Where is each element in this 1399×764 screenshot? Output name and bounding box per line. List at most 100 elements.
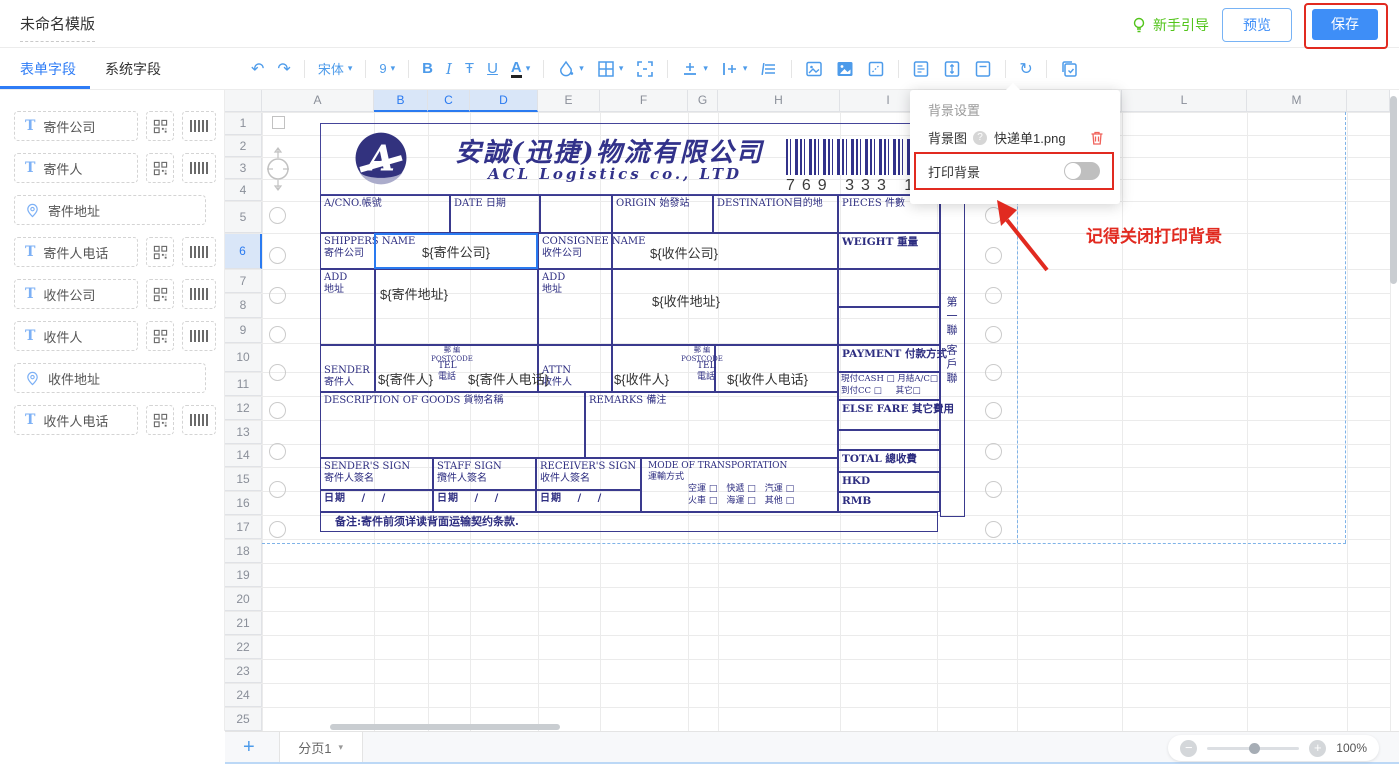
- redo-button[interactable]: ↷: [277, 59, 290, 79]
- zoom-slider-knob[interactable]: [1249, 743, 1260, 754]
- field-item-寄件人[interactable]: T寄件人: [14, 153, 138, 183]
- tab-form-fields[interactable]: 表单字段: [20, 48, 76, 90]
- col-header-M[interactable]: M: [1247, 90, 1347, 112]
- row-header-2[interactable]: 2: [225, 135, 262, 157]
- font-color-button[interactable]: A▾: [511, 60, 530, 78]
- col-header-L[interactable]: L: [1122, 90, 1247, 112]
- beginner-guide-link[interactable]: 新手引导: [1130, 15, 1209, 35]
- undo-button[interactable]: ↶: [251, 59, 264, 79]
- field-placeholder[interactable]: ${收件公司}: [650, 243, 718, 262]
- row-header-13[interactable]: 13: [225, 420, 262, 444]
- field-item-寄件人电话[interactable]: T寄件人电话: [14, 237, 138, 267]
- page-tab[interactable]: 分页1 ▾: [279, 732, 363, 762]
- horizontal-scrollbar[interactable]: [330, 724, 560, 730]
- field-barcode-寄件公司[interactable]: [182, 111, 216, 141]
- col-header-A[interactable]: A: [262, 90, 374, 112]
- delete-background-button[interactable]: [1088, 129, 1106, 147]
- merge-cells-button[interactable]: [636, 60, 654, 78]
- col-header-D[interactable]: D: [470, 90, 538, 112]
- field-qr-收件人[interactable]: [146, 321, 174, 351]
- field-barcode-收件公司[interactable]: [182, 279, 216, 309]
- field-qr-寄件人[interactable]: [146, 153, 174, 183]
- col-header-F[interactable]: F: [600, 90, 688, 112]
- row-header-24[interactable]: 24: [225, 683, 262, 707]
- row-header-20[interactable]: 20: [225, 587, 262, 611]
- field-placeholder[interactable]: ${收件人}: [614, 369, 669, 388]
- row-header-5[interactable]: 5: [225, 201, 262, 233]
- preview-button[interactable]: 预览: [1222, 8, 1292, 42]
- duplicate-check-button[interactable]: [1060, 60, 1078, 78]
- bold-button[interactable]: B: [422, 60, 433, 77]
- field-placeholder[interactable]: ${收件地址}: [652, 291, 720, 310]
- row-header-14[interactable]: 14: [225, 444, 262, 467]
- field-barcode-收件人电话[interactable]: [182, 405, 216, 435]
- field-item-寄件地址[interactable]: 寄件地址: [14, 195, 206, 225]
- row-header-18[interactable]: 18: [225, 539, 262, 563]
- borders-button[interactable]: ▾: [597, 60, 624, 78]
- row-header-23[interactable]: 23: [225, 659, 262, 683]
- row-header-15[interactable]: 15: [225, 467, 262, 491]
- field-barcode-寄件人[interactable]: [182, 153, 216, 183]
- field-placeholder[interactable]: ${寄件人}: [378, 369, 433, 388]
- zoom-out-button[interactable]: −: [1180, 740, 1197, 757]
- font-size-select[interactable]: 9▾: [379, 61, 395, 76]
- col-header-E[interactable]: E: [538, 90, 600, 112]
- field-qr-寄件人电话[interactable]: [146, 237, 174, 267]
- row-header-25[interactable]: 25: [225, 707, 262, 731]
- row-header-19[interactable]: 19: [225, 563, 262, 587]
- col-header-B[interactable]: B: [374, 90, 428, 112]
- insert-row-button[interactable]: ▾: [681, 60, 708, 78]
- field-barcode-寄件人电话[interactable]: [182, 237, 216, 267]
- field-item-收件公司[interactable]: T收件公司: [14, 279, 138, 309]
- col-header-end[interactable]: [1347, 90, 1390, 112]
- row-height-button[interactable]: [943, 60, 961, 78]
- header-settings-button[interactable]: [974, 60, 992, 78]
- page-settings-button[interactable]: [912, 60, 930, 78]
- fill-color-button[interactable]: ▾: [557, 60, 584, 78]
- refresh-button[interactable]: ↻: [1019, 59, 1032, 79]
- row-header-17[interactable]: 17: [225, 515, 262, 539]
- insert-column-button[interactable]: ▾: [721, 60, 748, 78]
- row-header-1[interactable]: 1: [225, 112, 262, 135]
- row-header-11[interactable]: 11: [225, 372, 262, 396]
- field-item-寄件公司[interactable]: T寄件公司: [14, 111, 138, 141]
- field-placeholder[interactable]: ${寄件地址}: [380, 284, 448, 303]
- field-item-收件地址[interactable]: 收件地址: [14, 363, 206, 393]
- col-header-C[interactable]: C: [428, 90, 470, 112]
- row-header-8[interactable]: 8: [225, 293, 262, 318]
- row-header-6[interactable]: 6: [225, 233, 262, 269]
- vertical-scrollbar[interactable]: [1390, 96, 1397, 284]
- field-placeholder[interactable]: ${寄件人电话}: [468, 369, 549, 388]
- row-header-3[interactable]: 3: [225, 157, 262, 179]
- row-header-21[interactable]: 21: [225, 611, 262, 635]
- italic-button[interactable]: I: [446, 60, 452, 78]
- font-family-select[interactable]: 宋体▾: [318, 59, 353, 78]
- row-header-10[interactable]: 10: [225, 343, 262, 372]
- field-item-收件人电话[interactable]: T收件人电话: [14, 405, 138, 435]
- background-image-button[interactable]: [836, 60, 854, 78]
- row-header-7[interactable]: 7: [225, 269, 262, 293]
- row-header-22[interactable]: 22: [225, 635, 262, 659]
- insert-image-button[interactable]: [805, 60, 823, 78]
- grid-corner-cell[interactable]: [225, 90, 262, 112]
- row-header-12[interactable]: 12: [225, 396, 262, 420]
- watermark-button[interactable]: [867, 60, 885, 78]
- zoom-in-button[interactable]: +: [1309, 740, 1326, 757]
- add-page-button[interactable]: +: [243, 736, 255, 759]
- col-header-G[interactable]: G: [688, 90, 718, 112]
- tab-system-fields[interactable]: 系统字段: [105, 48, 161, 90]
- row-header-16[interactable]: 16: [225, 491, 262, 515]
- selected-cell[interactable]: ${寄件公司}: [374, 233, 538, 269]
- row-settings-button[interactable]: [760, 60, 778, 78]
- save-button[interactable]: 保存: [1312, 9, 1378, 40]
- template-title[interactable]: 未命名模版: [20, 13, 95, 42]
- row-header-9[interactable]: 9: [225, 318, 262, 343]
- field-qr-收件人电话[interactable]: [146, 405, 174, 435]
- row-header-4[interactable]: 4: [225, 179, 262, 201]
- field-placeholder[interactable]: ${收件人电话}: [727, 369, 808, 388]
- print-background-toggle[interactable]: [1064, 162, 1100, 180]
- zoom-slider[interactable]: [1207, 747, 1299, 750]
- help-icon[interactable]: ?: [973, 131, 987, 145]
- field-qr-寄件公司[interactable]: [146, 111, 174, 141]
- field-qr-收件公司[interactable]: [146, 279, 174, 309]
